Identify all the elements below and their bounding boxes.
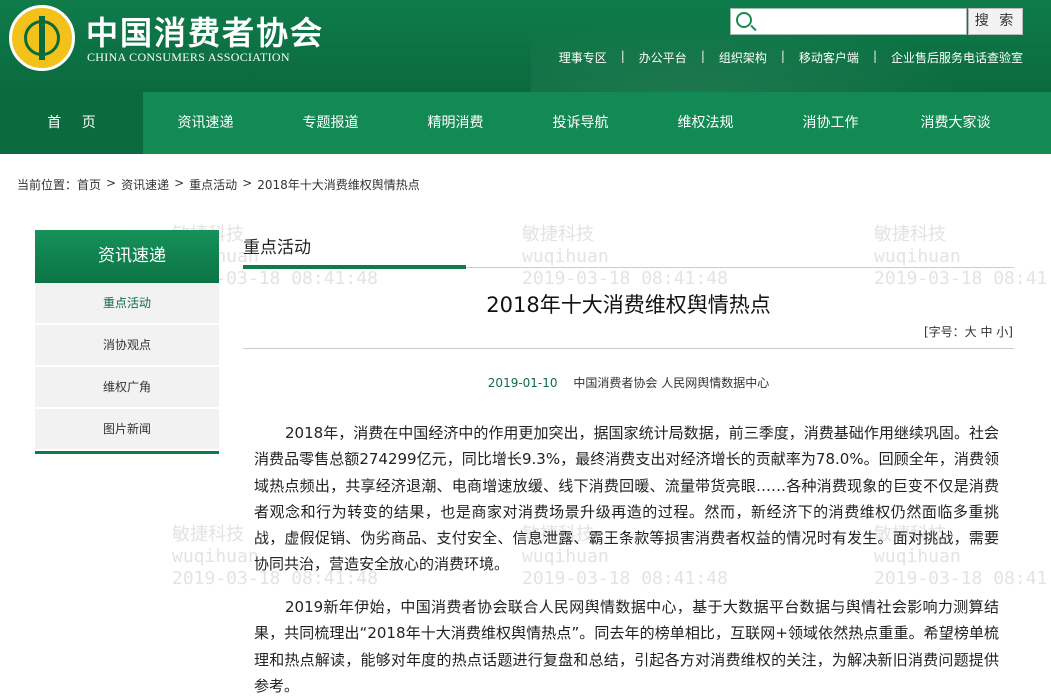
section-title: 重点活动	[243, 238, 311, 258]
article-date: 2019-01-10	[487, 376, 558, 390]
nav-regulations[interactable]: 维权法规	[643, 92, 768, 154]
divider: |	[700, 49, 705, 63]
sidebar-item-rights-angle[interactable]: 维权广角	[35, 367, 219, 407]
article-meta: 2019-01-10 中国消费者协会 人民网舆情数据中心	[243, 374, 1014, 391]
watermark: 敏捷科技 wuqihuan 2019-03-18 08:41:48	[522, 224, 728, 289]
breadcrumb-news[interactable]: 资讯速递	[121, 176, 169, 193]
nav-special[interactable]: 专题报道	[268, 92, 393, 154]
nav-association-work[interactable]: 消协工作	[768, 92, 893, 154]
site-header: 中国消费者协会 CHINA CONSUMERS ASSOCIATION 搜 索 …	[0, 0, 1051, 92]
font-size-control[interactable]: [字号：大 中 小]	[924, 323, 1013, 340]
sidebar-item-key-activities[interactable]: 重点活动	[35, 283, 219, 323]
divider: |	[620, 49, 625, 63]
breadcrumb-key-activities[interactable]: 重点活动	[189, 176, 237, 193]
divider: |	[872, 49, 877, 63]
breadcrumb-current: 2018年十大消费维权舆情热点	[257, 178, 420, 192]
sidebar-bottom-bar	[35, 451, 219, 454]
article-title: 2018年十大消费维权舆情热点	[486, 293, 771, 317]
top-link-office[interactable]: 办公平台	[639, 49, 687, 66]
divider: |	[780, 49, 785, 63]
breadcrumb: 当前位置： 首页 > 资讯速递 > 重点活动 > 2018年十大消费维权舆情热点	[17, 176, 420, 193]
breadcrumb-separator: >	[242, 176, 253, 190]
nav-home[interactable]: 首 页	[0, 92, 143, 154]
top-link-council[interactable]: 理事专区	[559, 49, 607, 66]
site-name: 中国消费者协会	[86, 14, 325, 52]
sidebar-title: 资讯速递	[35, 230, 219, 283]
sidebar-menu: 重点活动 消协观点 维权广角 图片新闻	[35, 283, 219, 451]
article-paragraph: 2018年，消费在中国经济中的作用更加突出，据国家统计局数据，前三季度，消费基础…	[254, 424, 999, 574]
site-name-en: CHINA CONSUMERS ASSOCIATION	[87, 50, 290, 64]
top-link-service-phone[interactable]: 企业售后服务电话查验室	[891, 49, 1023, 66]
nav-forum[interactable]: 消费大家谈	[893, 92, 1018, 154]
nav-news[interactable]: 资讯速递	[143, 92, 268, 154]
nav-complaint[interactable]: 投诉导航	[518, 92, 643, 154]
search-icon	[736, 12, 752, 28]
section-underline	[243, 265, 466, 269]
breadcrumb-separator: >	[174, 176, 185, 190]
logo-bar-icon	[39, 16, 45, 60]
sidebar-item-photo-news[interactable]: 图片新闻	[35, 409, 219, 449]
watermark: 敏捷科技 wuqihuan 2019-03-18 08:41:48	[874, 224, 1051, 289]
main-nav: 首 页 资讯速递 专题报道 精明消费 投诉导航 维权法规 消协工作 消费大家谈	[0, 92, 1051, 154]
top-link-organization[interactable]: 组织架构	[719, 49, 767, 66]
breadcrumb-home[interactable]: 首页	[77, 176, 101, 193]
article-divider	[243, 348, 1014, 349]
breadcrumb-separator: >	[106, 176, 117, 190]
nav-smart-consume[interactable]: 精明消费	[393, 92, 518, 154]
sidebar-item-viewpoints[interactable]: 消协观点	[35, 325, 219, 365]
cca-logo[interactable]	[9, 5, 75, 71]
search-input[interactable]	[730, 8, 967, 35]
breadcrumb-label: 当前位置：	[17, 178, 78, 192]
top-link-mobile[interactable]: 移动客户端	[799, 49, 859, 66]
search-button[interactable]: 搜 索	[968, 8, 1023, 35]
article-paragraph: 2019新年伊始，中国消费者协会联合人民网舆情数据中心，基于大数据平台数据与舆情…	[254, 598, 999, 695]
top-links: 理事专区 | 办公平台 | 组织架构 | 移动客户端 | 企业售后服务电话查验室	[559, 49, 1023, 66]
article-source: 中国消费者协会 人民网舆情数据中心	[573, 376, 770, 390]
